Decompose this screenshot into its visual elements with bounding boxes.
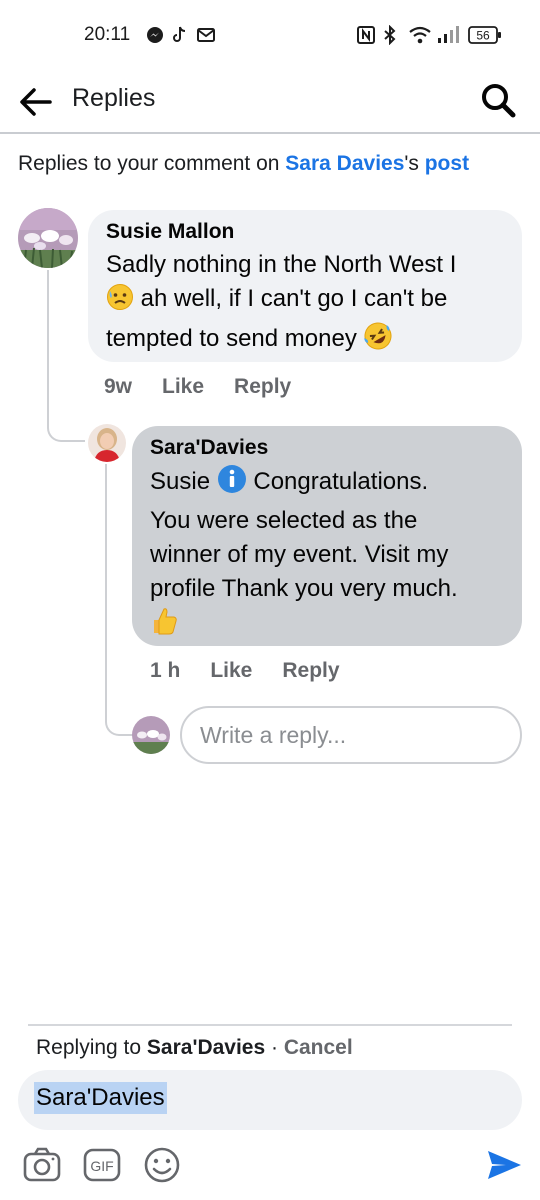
- comment-text-line: Susie: [150, 468, 217, 495]
- signal-icon: [436, 25, 462, 45]
- camera-icon[interactable]: [22, 1145, 62, 1185]
- search-icon[interactable]: [478, 80, 520, 122]
- comment-composer-input[interactable]: Sara'Davies: [18, 1070, 522, 1130]
- status-time: 20:11: [84, 24, 131, 45]
- avatar: [132, 716, 170, 754]
- cancel-reply-button[interactable]: Cancel: [284, 1036, 353, 1059]
- mention-tag[interactable]: Sara'Davies: [34, 1082, 167, 1114]
- gif-icon-label: GIF: [90, 1158, 113, 1174]
- comment-timestamp[interactable]: 9w: [104, 375, 132, 399]
- comment-timestamp[interactable]: 1 h: [150, 659, 180, 683]
- context-possessive: 's: [404, 152, 425, 175]
- comment-actions: 1 h Like Reply: [150, 659, 340, 683]
- comment-text-line: tempted to send money: [106, 325, 364, 352]
- like-button[interactable]: Like: [162, 375, 204, 399]
- emoji-icon[interactable]: [142, 1145, 182, 1185]
- current-user-avatar-image: [132, 716, 170, 754]
- context-name-link[interactable]: Sara Davies: [285, 152, 404, 175]
- replying-name: Sara'Davies: [146, 1036, 266, 1059]
- context-prefix: Replies to your comment on: [18, 152, 286, 175]
- comment-text-line: ah well, if I can't go I can't be: [134, 285, 448, 312]
- like-button[interactable]: Like: [210, 659, 252, 683]
- sara-avatar-image: [88, 424, 126, 462]
- replying-separator: ·: [265, 1036, 284, 1059]
- battery-icon: 56: [468, 25, 502, 45]
- battery-level: 56: [476, 29, 490, 43]
- comment-text: Sadly nothing in the North West I ah wel…: [106, 248, 504, 361]
- comment-text: Susie Congratulations. You were selected…: [150, 464, 504, 646]
- comment-actions: 9w Like Reply: [104, 375, 291, 399]
- send-icon[interactable]: [484, 1145, 524, 1185]
- reply-button[interactable]: Reply: [282, 659, 339, 683]
- nfc-icon: [356, 25, 376, 45]
- messenger-icon: [145, 25, 165, 45]
- sad-face-emoji-icon: [106, 283, 134, 321]
- bluetooth-icon: [382, 25, 398, 45]
- mail-icon: [196, 25, 216, 45]
- page-title: Replies: [72, 84, 156, 112]
- reply-button[interactable]: Reply: [234, 375, 291, 399]
- comment-author[interactable]: Susie Mallon: [106, 220, 504, 244]
- write-reply-input[interactable]: Write a reply...: [180, 706, 522, 764]
- comment-text-line: winner of my event. Visit my: [150, 541, 449, 568]
- gif-icon[interactable]: GIF: [82, 1145, 122, 1185]
- tiktok-icon: [170, 25, 188, 45]
- comment-bubble[interactable]: Susie Mallon Sadly nothing in the North …: [88, 210, 522, 362]
- info-emoji-icon: [217, 464, 247, 504]
- replying-to-bar: Replying to Sara'Davies · Cancel: [36, 1036, 353, 1060]
- comment-bubble[interactable]: Sara'Davies Susie Congratulations. You w…: [132, 426, 522, 646]
- thumbs-up-emoji-icon: [150, 606, 178, 646]
- arrow-left-icon[interactable]: [16, 82, 56, 122]
- comment-text-line: profile Thank you very much.: [150, 575, 458, 602]
- composer-divider: [28, 1024, 512, 1026]
- replying-prefix: Replying to: [36, 1036, 147, 1059]
- status-bar: 20:11 56: [0, 0, 540, 70]
- wifi-icon: [408, 25, 432, 45]
- context-post-link[interactable]: post: [425, 152, 469, 175]
- thread-connector-line: [47, 270, 85, 442]
- avatar[interactable]: [88, 424, 126, 462]
- replies-context: Replies to your comment on Sara Davies's…: [18, 152, 469, 176]
- reply-connector-line: [105, 464, 133, 736]
- top-app-bar: Replies: [0, 70, 540, 134]
- comment-text-line: You were selected as the: [150, 507, 418, 534]
- avatar[interactable]: [18, 208, 78, 268]
- comment-text-line: Sadly nothing in the North West I: [106, 251, 457, 278]
- rofl-emoji-icon: [363, 321, 393, 361]
- susie-avatar-image: [18, 208, 78, 268]
- comment-author[interactable]: Sara'Davies: [150, 436, 504, 460]
- comment-text-line: Congratulations.: [246, 468, 429, 495]
